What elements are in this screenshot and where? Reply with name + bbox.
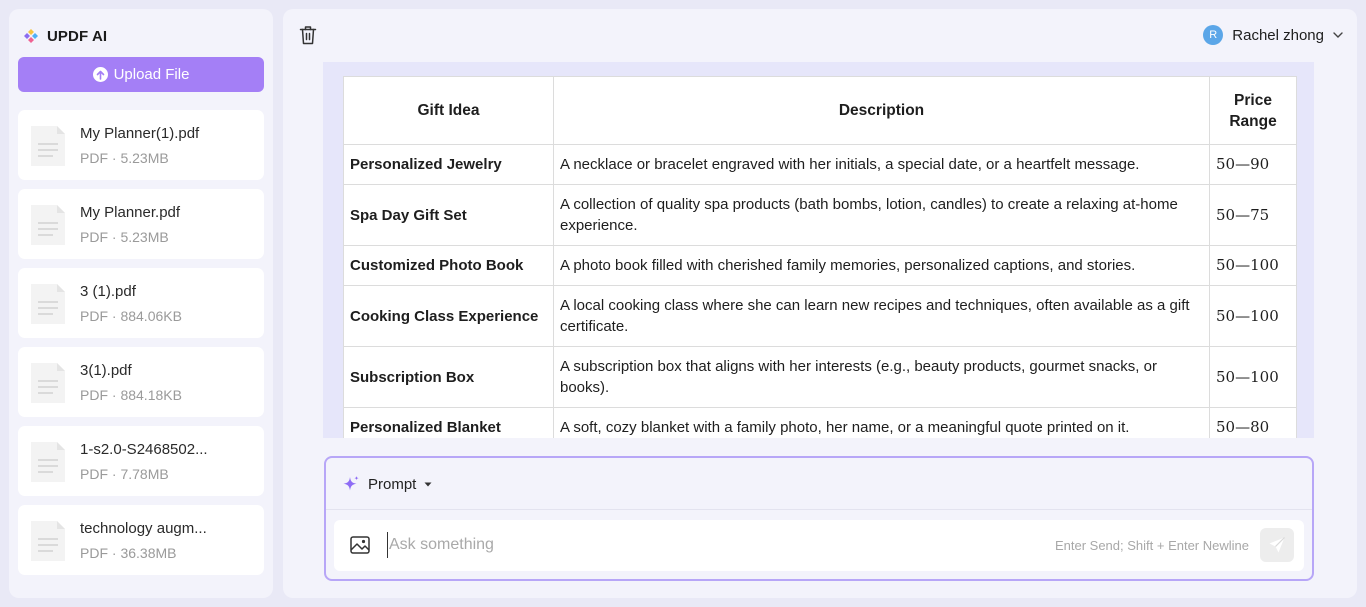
divider — [326, 509, 1312, 510]
table-row: Cooking Class Experience A local cooking… — [343, 285, 1297, 347]
file-name: 3(1).pdf — [80, 362, 132, 379]
send-icon — [1269, 537, 1285, 553]
price-cell: 50—100 — [1209, 346, 1297, 408]
file-item[interactable]: 3 (1).pdf PDF · 884.06KB — [18, 268, 264, 338]
table-header: Description — [552, 76, 1211, 145]
description-cell: A soft, cozy blanket with a family photo… — [552, 407, 1211, 438]
sidebar: UPDF AI Upload File My Planner(1).pdf PD… — [9, 9, 273, 598]
description-cell: A necklace or bracelet engraved with her… — [552, 144, 1211, 185]
pdf-file-icon — [31, 363, 65, 403]
pdf-file-icon — [31, 284, 65, 324]
price-cell: 50—75 — [1209, 184, 1297, 246]
file-name: 3 (1).pdf — [80, 283, 136, 300]
file-meta: PDF · 5.23MB — [80, 229, 169, 245]
file-item[interactable]: technology augm... PDF · 36.38MB — [18, 505, 264, 575]
user-name: Rachel zhong — [1232, 26, 1324, 44]
ai-answer: Gift Idea Description Price Range Person… — [323, 62, 1314, 438]
chevron-down-icon — [1333, 32, 1343, 38]
send-hint: Enter Send; Shift + Enter Newline — [1054, 538, 1249, 553]
send-button[interactable] — [1260, 528, 1294, 562]
description-cell: A local cooking class where she can lear… — [552, 285, 1211, 347]
file-item[interactable]: My Planner(1).pdf PDF · 5.23MB — [18, 110, 264, 180]
prompt-dropdown[interactable]: Prompt — [342, 472, 432, 496]
file-meta: PDF · 36.38MB — [80, 545, 177, 561]
table-row: Subscription Box A subscription box that… — [343, 346, 1297, 408]
trash-icon[interactable] — [299, 25, 317, 45]
gift-name-cell: Personalized Blanket — [343, 407, 554, 438]
upload-file-label: Upload File — [113, 66, 190, 83]
pdf-file-icon — [31, 205, 65, 245]
table-row: Spa Day Gift Set A collection of quality… — [343, 184, 1297, 246]
pdf-file-icon — [31, 521, 65, 561]
user-menu[interactable]: R Rachel zhong — [1203, 24, 1343, 46]
description-cell: A photo book filled with cherished famil… — [552, 245, 1211, 286]
gift-name-cell: Customized Photo Book — [343, 245, 554, 286]
pdf-file-icon — [31, 442, 65, 482]
table-row: Customized Photo Book A photo book fille… — [343, 245, 1297, 286]
file-meta: PDF · 5.23MB — [80, 150, 169, 166]
description-cell: A subscription box that aligns with her … — [552, 346, 1211, 408]
caret-down-icon — [424, 482, 432, 486]
message-input[interactable] — [387, 532, 987, 558]
upload-file-button[interactable]: Upload File — [18, 57, 264, 92]
file-item[interactable]: My Planner.pdf PDF · 5.23MB — [18, 189, 264, 259]
pdf-file-icon — [31, 126, 65, 166]
file-meta: PDF · 7.78MB — [80, 466, 169, 482]
table-header: Gift Idea — [343, 76, 554, 145]
table-row: Personalized Jewelry A necklace or brace… — [343, 144, 1297, 185]
chat-composer: Prompt Enter Send; Shift + Enter Newline — [324, 456, 1314, 581]
avatar: R — [1203, 25, 1224, 45]
file-name: technology augm... — [80, 520, 207, 537]
file-name: 1-s2.0-S2468502... — [80, 441, 208, 458]
gift-name-cell: Subscription Box — [343, 346, 554, 408]
price-cell: 50—80 — [1209, 407, 1297, 438]
table-row: Personalized Blanket A soft, cozy blanke… — [343, 407, 1297, 438]
gift-name-cell: Cooking Class Experience — [343, 285, 554, 347]
gift-name-cell: Spa Day Gift Set — [343, 184, 554, 246]
prompt-label: Prompt — [368, 475, 417, 493]
file-meta: PDF · 884.18KB — [80, 387, 182, 403]
table-header: Price Range — [1209, 76, 1297, 145]
gift-name-cell: Personalized Jewelry — [343, 144, 554, 185]
file-item[interactable]: 3(1).pdf PDF · 884.18KB — [18, 347, 264, 417]
file-name: My Planner.pdf — [80, 204, 181, 221]
updf-logo-icon — [24, 29, 38, 43]
image-upload-icon[interactable] — [350, 536, 370, 554]
price-cell: 50—100 — [1209, 285, 1297, 347]
price-cell: 50—100 — [1209, 245, 1297, 286]
file-item[interactable]: 1-s2.0-S2468502... PDF · 7.78MB — [18, 426, 264, 496]
app-title: UPDF AI — [47, 27, 108, 45]
sparkle-icon — [343, 476, 359, 491]
chat-panel: R Rachel zhong Gift Idea Description Pri… — [283, 9, 1357, 598]
price-cell: 50—90 — [1209, 144, 1297, 185]
gift-table: Gift Idea Description Price Range Person… — [343, 76, 1297, 438]
upload-icon — [92, 67, 108, 82]
description-cell: A collection of quality spa products (ba… — [552, 184, 1211, 246]
brand: UPDF AI — [23, 27, 107, 45]
file-meta: PDF · 884.06KB — [80, 308, 182, 324]
message-input-box: Enter Send; Shift + Enter Newline — [334, 520, 1304, 571]
file-name: My Planner(1).pdf — [80, 125, 200, 142]
